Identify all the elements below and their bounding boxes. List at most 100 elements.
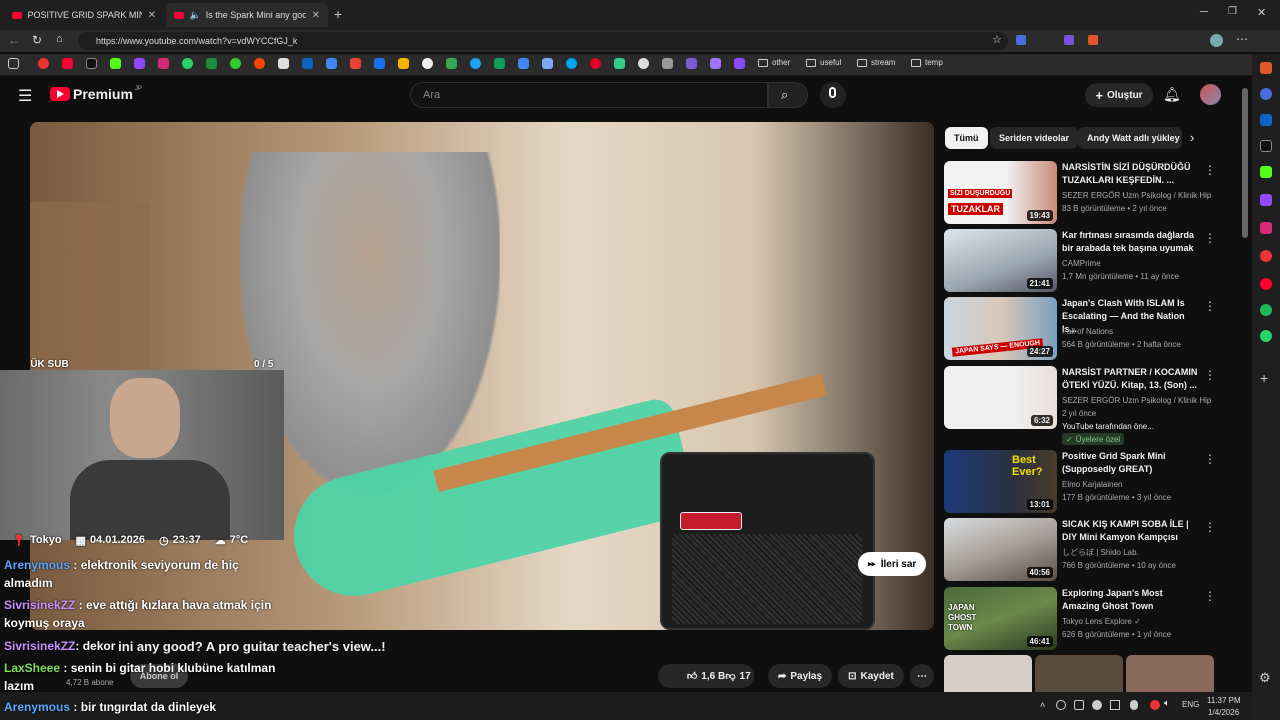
video-thumbnail[interactable]: 6:32 (944, 366, 1057, 429)
bookmark-icon[interactable] (590, 58, 601, 69)
close-icon[interactable]: ✕ (306, 10, 320, 21)
youtube-logo[interactable]: Premium JP (50, 86, 142, 102)
recommendation-item[interactable]: 21:41 Kar fırtınası sırasında dağlarda b… (944, 229, 1216, 293)
bookmark-icon[interactable] (614, 58, 625, 69)
add-icon[interactable]: + (1260, 370, 1268, 386)
more-vertical-icon[interactable]: ⋮ (1204, 520, 1216, 534)
search-input[interactable]: Ara (410, 82, 768, 108)
clock-date[interactable]: 1/4/2026 (1208, 708, 1239, 717)
recommendation-item[interactable]: JAPAN SAYS — ENOUGH 24:27 Japan's Clash … (944, 297, 1216, 361)
rec-title[interactable]: SICAK KIŞ KAMPI SOBA İLE | DIY Mini Kamy… (1062, 518, 1200, 544)
bookmark-icon[interactable] (182, 58, 193, 69)
maximize-button[interactable]: ❐ (1228, 6, 1237, 17)
tray-icon[interactable] (1110, 700, 1120, 710)
sidebar-app-icon[interactable] (1260, 330, 1272, 342)
recommendation-item[interactable]: Best Ever? 13:01 Positive Grid Spark Min… (944, 450, 1216, 514)
recommendation-item[interactable]: 40:56 SICAK KIŞ KAMPI SOBA İLE | DIY Min… (944, 518, 1216, 582)
rec-channel[interactable]: SEZER ERGÖR Uzm Psikolog / Klinik Hip... (1062, 395, 1212, 407)
bookmark-icon[interactable] (158, 58, 169, 69)
rec-channel[interactable]: しどらぼ | Shido Lab. (1062, 547, 1212, 559)
sidebar-app-icon[interactable] (1260, 304, 1272, 316)
skip-forward-button[interactable]: ⏩︎ İleri sar (858, 552, 926, 576)
bookmark-icon[interactable] (686, 58, 697, 69)
short-thumbnail[interactable] (1035, 655, 1123, 692)
bookmark-icon[interactable] (542, 58, 553, 69)
bookmark-icon[interactable] (206, 58, 217, 69)
search-button[interactable]: ⌕ (768, 82, 808, 108)
bookmark-icon[interactable] (230, 58, 241, 69)
chip-all[interactable]: Tümü (945, 127, 988, 149)
create-button[interactable]: + Oluştur (1085, 83, 1153, 107)
new-tab-button[interactable]: + (334, 6, 342, 22)
rec-title[interactable]: NARSİST PARTNER / KOCAMIN ÖTEKİ YÜZÜ. Ki… (1062, 366, 1200, 392)
tab-2[interactable]: 🔈 Is the Spark Mini any good? A ✕ (166, 3, 328, 27)
bookmark-icon[interactable] (398, 58, 409, 69)
rec-title[interactable]: NARSİSTİN SİZİ DÜŞÜRDÜĞÜ TUZAKLARI KEŞFE… (1062, 161, 1200, 187)
recommendation-item[interactable]: 6:32 NARSİST PARTNER / KOCAMIN ÖTEKİ YÜZ… (944, 366, 1216, 448)
home-icon[interactable]: ⌂ (56, 33, 63, 45)
tray-icon[interactable] (1056, 700, 1066, 710)
video-thumbnail[interactable]: 21:41 (944, 229, 1057, 292)
url-field[interactable]: https://www.youtube.com/watch?v=vdWYCCfG… (78, 32, 1008, 50)
dislike-button[interactable]: 👎︎ 17 (714, 664, 762, 688)
more-actions-button[interactable]: ⋯ (910, 664, 934, 688)
bookmark-icon[interactable] (638, 58, 649, 69)
bookmark-icon[interactable] (662, 58, 673, 69)
video-thumbnail[interactable]: Best Ever? 13:01 (944, 450, 1057, 513)
account-avatar[interactable] (1200, 84, 1221, 105)
refresh-icon[interactable]: ↻ (32, 33, 42, 47)
volume-icon[interactable]: 🔈︎ (1164, 698, 1170, 709)
chevron-up-icon[interactable]: ˄ (1040, 700, 1045, 710)
recommendation-item[interactable]: SİZİ DÜŞÜRDÜĞÜ TUZAKLAR 19:43 NARSİSTİN … (944, 161, 1216, 225)
rec-channel[interactable]: SEZER ERGÖR Uzm Psikolog / Klinik Hip... (1062, 190, 1212, 202)
microphone-icon[interactable] (1130, 700, 1138, 710)
chevron-right-icon[interactable]: › (1190, 130, 1194, 145)
sidebar-app-icon[interactable] (1260, 250, 1272, 262)
close-icon[interactable]: ✕ (142, 10, 156, 21)
language-indicator[interactable]: ENG (1182, 700, 1199, 709)
tray-icon[interactable] (1150, 700, 1160, 710)
favorite-star-icon[interactable]: ☆ (992, 33, 1002, 46)
back-icon[interactable]: ← (8, 33, 20, 47)
more-vertical-icon[interactable]: ⋮ (1204, 231, 1216, 245)
bookmark-icon[interactable] (134, 58, 145, 69)
menu-hamburger-icon[interactable]: ☰ (18, 86, 32, 106)
bookmark-icon[interactable] (62, 58, 73, 69)
rec-channel[interactable]: CAMPrime (1062, 258, 1212, 270)
bookmark-icon[interactable] (710, 58, 721, 69)
bookmark-icon[interactable] (110, 58, 121, 69)
rec-title[interactable]: Positive Grid Spark Mini (Supposedly GRE… (1062, 450, 1200, 476)
rec-title[interactable]: Kar fırtınası sırasında dağlarda bir ara… (1062, 229, 1200, 255)
sidebar-app-icon[interactable] (1260, 222, 1272, 234)
speaker-icon[interactable]: 🔈 (190, 10, 201, 21)
more-vertical-icon[interactable]: ⋮ (1204, 452, 1216, 466)
extension-icon[interactable] (1064, 35, 1074, 45)
bookmark-icon[interactable] (278, 58, 289, 69)
bookmark-icon[interactable] (734, 58, 745, 69)
bookmark-icon[interactable] (254, 58, 265, 69)
rec-channel[interactable]: Tokyo Lens Explore ✓ (1062, 616, 1212, 628)
bookmark-folder[interactable]: useful (806, 58, 841, 67)
short-thumbnail[interactable] (1126, 655, 1214, 692)
rec-title[interactable]: Exploring Japan's Most Amazing Ghost Tow… (1062, 587, 1200, 613)
sidebar-app-icon[interactable] (1260, 114, 1272, 126)
sidebar-app-icon[interactable] (1260, 62, 1272, 74)
sidebar-app-icon[interactable] (1260, 166, 1272, 178)
chip-series[interactable]: Seriden videolar (990, 127, 1079, 149)
settings-gear-icon[interactable]: ⚙ (1259, 670, 1271, 686)
video-thumbnail[interactable]: JAPAN GHOST TOWN 46:41 (944, 587, 1057, 650)
bookmark-icon[interactable] (470, 58, 481, 69)
bookmark-icon[interactable] (302, 58, 313, 69)
extension-icon[interactable] (1088, 35, 1098, 45)
bookmark-folder[interactable]: stream (857, 58, 895, 67)
rec-channel[interactable]: Elmo Karjalainen (1062, 479, 1212, 491)
bookmark-icon[interactable] (350, 58, 361, 69)
tab-1[interactable]: POSITIVE GRID SPARK MINI - Met ✕ (4, 3, 164, 27)
bookmark-icon[interactable] (566, 58, 577, 69)
bookmark-icon[interactable] (422, 58, 433, 69)
more-vertical-icon[interactable]: ⋮ (1204, 163, 1216, 177)
notifications-bell-icon[interactable]: 🔔︎ (1163, 86, 1181, 103)
tray-icon[interactable] (1074, 700, 1084, 710)
share-button[interactable]: ➦ Paylaş (768, 664, 832, 688)
bookmark-icon[interactable] (518, 58, 529, 69)
